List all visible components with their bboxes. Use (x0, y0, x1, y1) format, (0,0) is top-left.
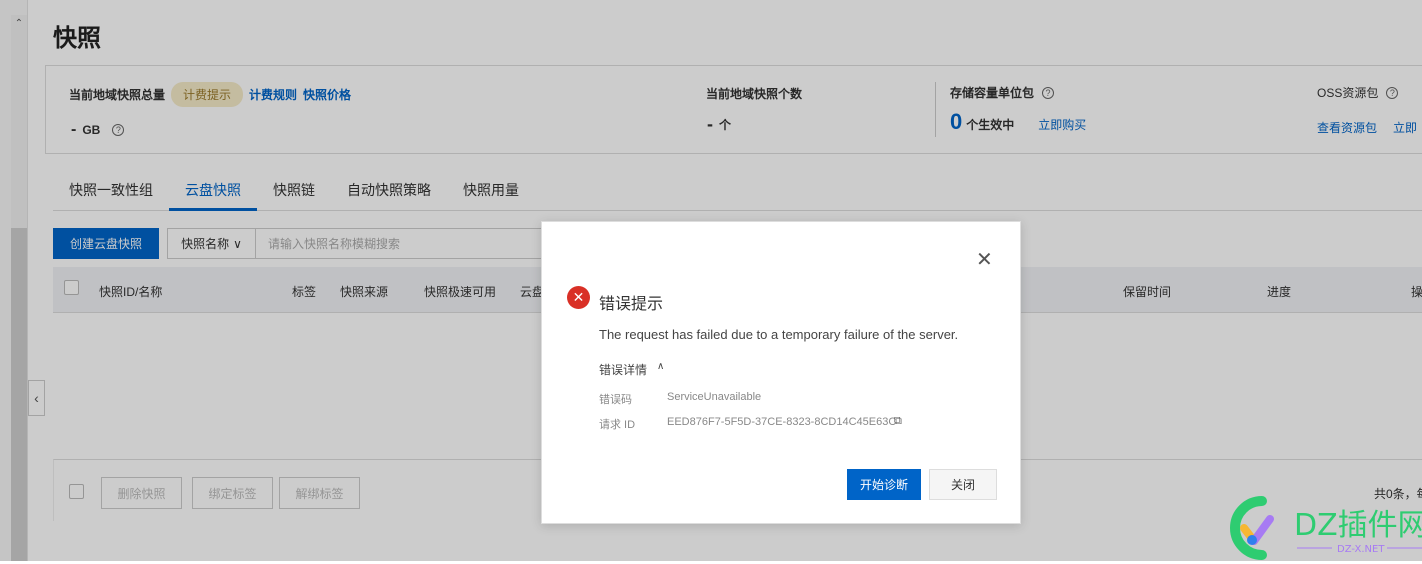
details-toggle-label: 错误详情 (599, 363, 648, 377)
request-id-label: 请求 ID (599, 419, 636, 431)
watermark-logo: DZ插件网 DZ-X.NET (1222, 493, 1422, 561)
error-dialog: ✕ ✕ 错误提示 The request has failed due to a… (541, 221, 1021, 524)
request-id-value: EED876F7-5F5D-37CE-8323-8CD14C45E63C (667, 416, 897, 428)
dialog-message: The request has failed due to a temporar… (599, 327, 959, 342)
error-code-label: 错误码 (599, 394, 632, 406)
dialog-title: 错误提示 (599, 296, 664, 313)
diagnose-button[interactable]: 开始诊断 (847, 469, 921, 500)
close-button[interactable]: 关闭 (929, 469, 997, 500)
error-icon: ✕ (567, 286, 590, 309)
copy-icon[interactable]: ⧉ (894, 415, 902, 428)
details-toggle[interactable]: 错误详情 ∧ (599, 361, 664, 378)
svg-text:DZ插件网: DZ插件网 (1294, 508, 1422, 543)
error-code-value: ServiceUnavailable (667, 391, 762, 403)
svg-text:DZ-X.NET: DZ-X.NET (1337, 544, 1385, 555)
chevron-up-icon: ∧ (657, 361, 665, 372)
close-icon[interactable]: ✕ (976, 250, 993, 270)
